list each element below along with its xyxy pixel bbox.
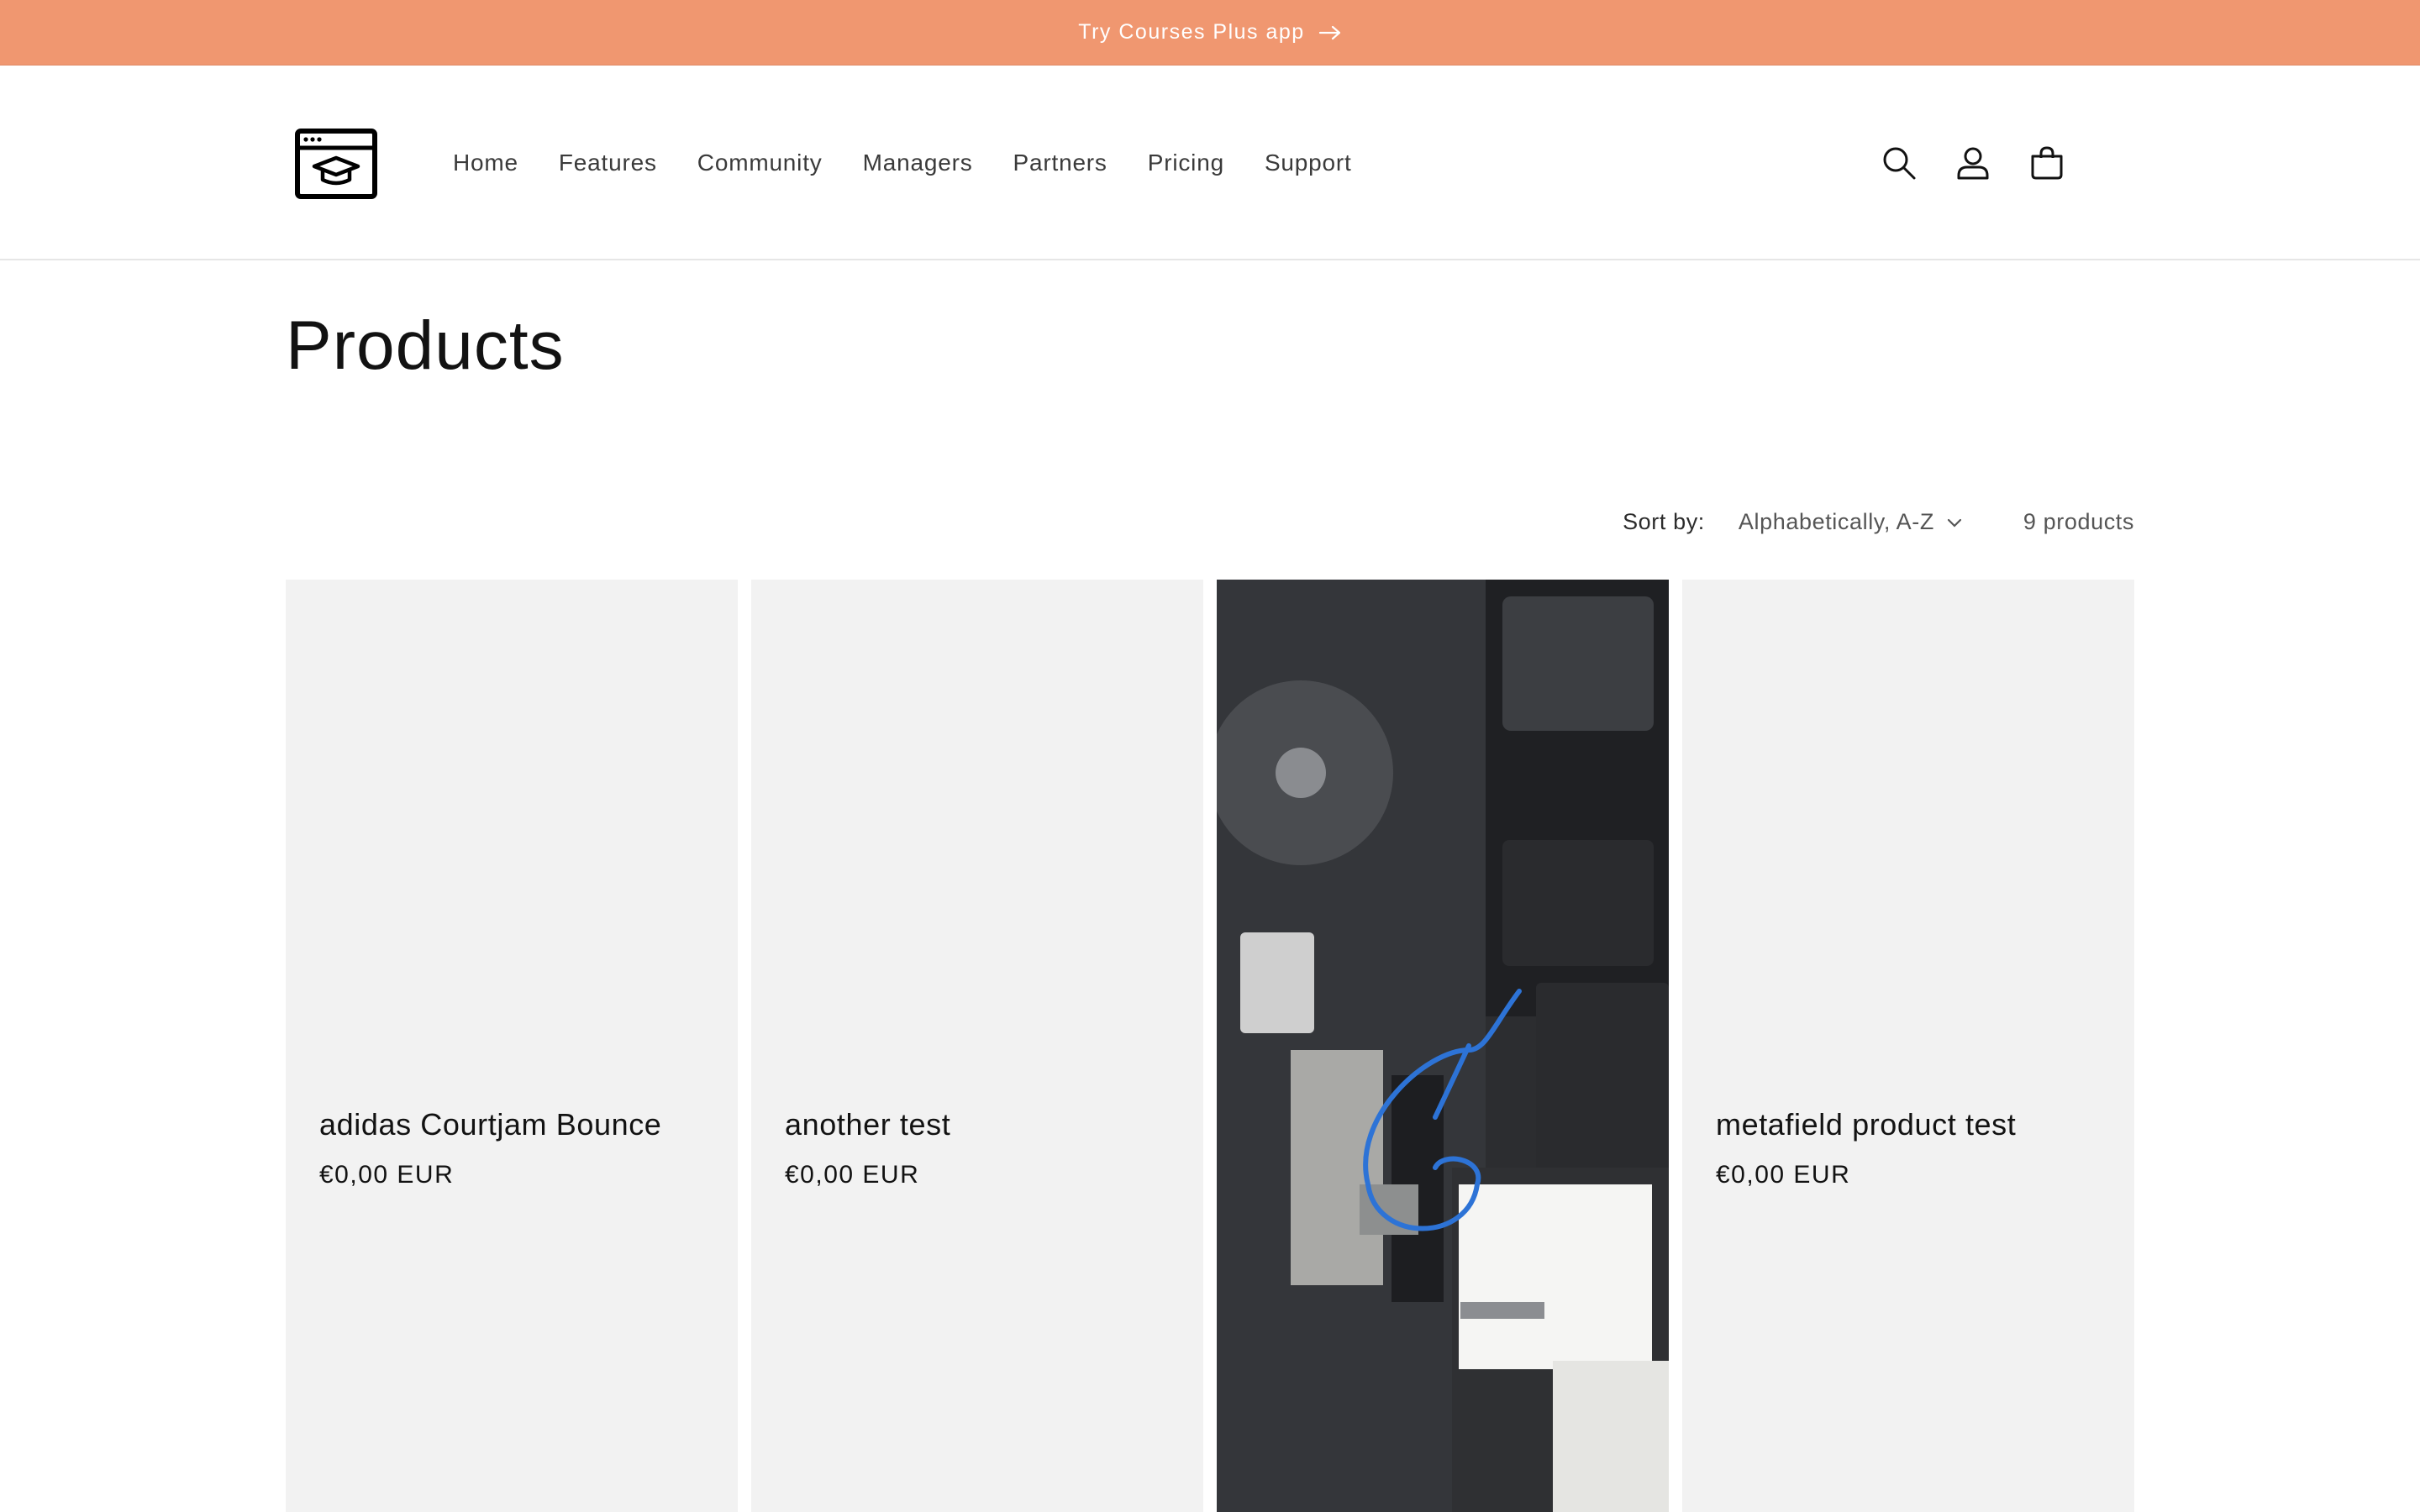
main-nav: Home Features Community Managers Partner…	[433, 66, 1372, 260]
product-image	[1217, 580, 1669, 1512]
nav-managers[interactable]: Managers	[843, 150, 993, 176]
nav-partners[interactable]: Partners	[993, 150, 1128, 176]
product-info: another test €0,00 EUR	[785, 1107, 950, 1189]
cart-button[interactable]	[2027, 143, 2067, 183]
product-price: €0,00 EUR	[319, 1161, 455, 1189]
account-icon	[1957, 147, 1989, 180]
search-icon	[1883, 147, 1916, 180]
product-title[interactable]: another test	[785, 1107, 950, 1142]
collection-toolbar: Sort by: Alphabetically, A-Z 9 products	[1623, 509, 2134, 535]
announcement-bar: Try Courses Plus app	[0, 0, 2420, 66]
product-price: €0,00 EUR	[785, 1161, 920, 1189]
product-price: €0,00 EUR	[1716, 1161, 1851, 1189]
logo-icon[interactable]	[294, 128, 378, 200]
sort-value: Alphabetically, A-Z	[1738, 509, 1934, 534]
nav-community[interactable]: Community	[677, 150, 843, 176]
product-title[interactable]: metafield product test	[1716, 1107, 2016, 1142]
product-card[interactable]: metafield product test €0,00 EUR	[1682, 580, 2134, 1512]
product-info: metafield product test €0,00 EUR	[1716, 1107, 2016, 1189]
site-header: Home Features Community Managers Partner…	[0, 66, 2420, 260]
search-button[interactable]	[1879, 143, 1919, 183]
nav-features[interactable]: Features	[539, 150, 677, 176]
page-title: Products	[286, 307, 565, 384]
sort-dropdown[interactable]: Alphabetically, A-Z	[1739, 509, 1963, 535]
announcement-link[interactable]: Try Courses Plus app	[1078, 20, 1341, 45]
product-card[interactable]: adidas Courtjam Bounce €0,00 EUR	[286, 580, 738, 1512]
product-grid: adidas Courtjam Bounce €0,00 EUR another…	[286, 580, 2134, 1512]
sort-label: Sort by:	[1623, 509, 1705, 534]
cart-icon	[2031, 146, 2063, 180]
account-button[interactable]	[1953, 143, 1993, 183]
announcement-text: Try Courses Plus app	[1078, 20, 1305, 44]
nav-pricing[interactable]: Pricing	[1128, 150, 1244, 176]
nav-support[interactable]: Support	[1244, 150, 1372, 176]
product-title[interactable]: adidas Courtjam Bounce	[319, 1107, 661, 1142]
product-count: 9 products	[2023, 509, 2134, 534]
product-info: adidas Courtjam Bounce €0,00 EUR	[319, 1107, 661, 1189]
arrow-right-icon	[1318, 25, 1340, 39]
chevron-down-icon	[1947, 518, 1962, 528]
header-actions	[1879, 66, 2067, 260]
product-card-image[interactable]	[1217, 580, 1669, 1512]
nav-home[interactable]: Home	[433, 150, 539, 176]
product-card[interactable]: another test €0,00 EUR	[751, 580, 1203, 1512]
